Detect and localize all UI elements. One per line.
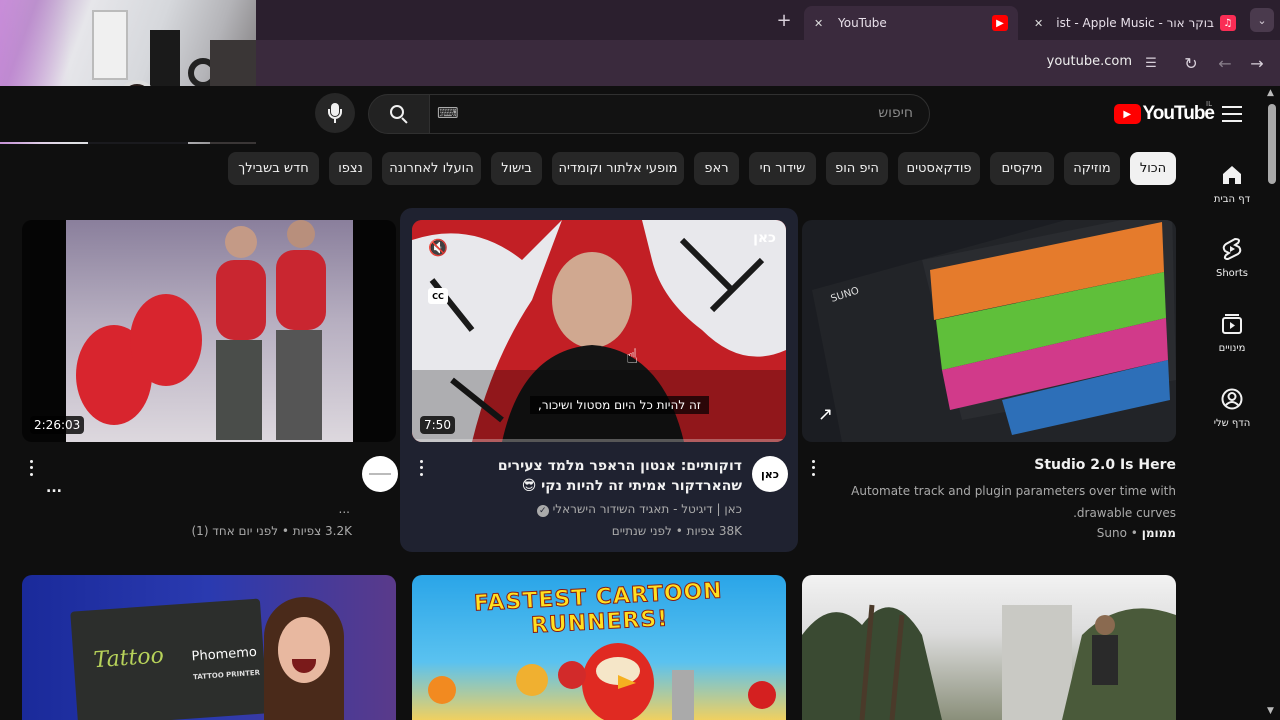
presenter-image [254,597,354,720]
new-tab-button[interactable]: + [772,8,796,32]
video-thumbnail[interactable]: SUNO ↗ [802,220,1176,442]
channel-avatar[interactable] [362,456,398,492]
video-title[interactable]: דוקותיים: אנטון הראפר מלמד צעירים שהארדק… [436,456,742,496]
video-title[interactable]: Studio 2.0 Is Here [802,455,1176,475]
tab-title: YouTube [838,16,887,30]
chip-recently-uploaded[interactable]: הועלו לאחרונה [382,152,481,185]
video-caption: זה להיות כל היום מסטול ושיכור, [530,396,709,414]
hamburger-menu-icon[interactable] [1222,106,1242,122]
chip-all[interactable]: הכול [1130,152,1176,185]
scroll-up-arrow-icon[interactable]: ▲ [1267,88,1274,98]
more-actions-icon[interactable] [26,458,36,478]
tab-apple-music[interactable]: ✕ בוקר אור - Playlist - Apple Music ♫ [1026,6,1244,40]
region-code: IL [1206,100,1212,108]
product-name-text: Phomemo [191,644,258,665]
chip-music[interactable]: מוזיקה [1064,152,1120,185]
video-meta: 3.2K צפיות • לפני יום אחד (1) [191,524,352,538]
forward-icon[interactable]: → [1246,52,1268,74]
sidebar-item-label: דף הבית [1213,194,1251,205]
sidebar-item-subscriptions[interactable]: מינויים [1192,311,1272,354]
sponsored-label: ממומן [1141,526,1176,540]
sidebar-item-label: מינויים [1218,343,1246,354]
close-icon[interactable]: ✕ [1034,17,1050,30]
apple-music-favicon-icon: ♫ [1220,15,1236,31]
video-subtitle: ... [338,502,350,516]
video-thumbnail[interactable]: FASTEST CARTOON RUNNERS! [412,575,786,720]
chip-improv-comedy[interactable]: מופעי אלתור וקומדיה [552,152,684,185]
channel-avatar[interactable]: כאן [752,456,788,492]
video-thumbnail[interactable]: 2:26:03 [22,220,396,442]
close-icon[interactable]: ✕ [814,17,830,30]
scrollbar[interactable] [1268,104,1276,184]
product-brand-text: Tattoo [92,643,165,674]
product-box-image: Tattoo Phomemo TATTOO PRINTER [70,598,268,720]
video-thumbnail[interactable]: 🔇 CC כאן זה להיות כל היום מסטול ושיכור, … [412,220,786,442]
reload-icon[interactable]: ↻ [1180,52,1202,74]
youtube-logo-text: YouTube [1142,103,1215,124]
sidebar-item-you[interactable]: הדף שלי [1192,386,1272,429]
sidebar-item-label: Shorts [1215,268,1249,279]
youtube-favicon-icon: ▶ [992,15,1008,31]
product-sub-text: TATTOO PRINTER [192,668,261,682]
chip-mixes[interactable]: מיקסים [990,152,1054,185]
subscriptions-icon [1219,311,1245,337]
back-icon[interactable]: ← [1214,52,1236,74]
progress-bar[interactable] [412,439,786,442]
youtube-play-icon: ▶ [1114,104,1141,124]
video-duration: 7:50 [420,416,455,434]
search-icon [390,105,408,124]
tab-youtube[interactable]: ✕ YouTube ▶ [804,6,1018,40]
youtube-logo[interactable]: ▶ YouTube IL [1114,100,1215,126]
video-description: Automate track and plugin parameters ove… [851,484,1176,520]
more-actions-icon[interactable] [416,458,426,478]
tab-title: בוקר אור - Playlist - Apple Music [1056,16,1214,30]
video-meta: 38K צפיות • לפני שנתיים [611,524,742,538]
search-box[interactable]: חיפוש ⌨ [428,94,930,134]
cartoon-characters-image [428,643,776,720]
video-thumbnail[interactable] [802,575,1176,720]
external-link-icon[interactable]: ↗ [818,404,833,425]
video-thumbnail[interactable]: Tattoo Phomemo TATTOO PRINTER [22,575,396,720]
thumbnail-image [802,604,1176,720]
sidebar-item-shorts[interactable]: Shorts [1192,236,1272,279]
separator: • [1130,526,1138,540]
sidebar-item-home[interactable]: דף הבית [1192,162,1272,205]
home-icon [1219,162,1245,188]
voice-search-button[interactable] [315,93,355,133]
verified-icon: ✓ [536,505,549,517]
tab-list-dropdown-icon[interactable]: ⌄ [1250,8,1274,32]
search-button[interactable] [368,94,430,134]
daw-screenshot-image: SUNO [812,220,1176,442]
ad-meta: ממומן • Suno [802,522,1176,544]
scroll-down-arrow-icon[interactable]: ▼ [1267,706,1274,716]
kan-logo: כאן [753,230,776,246]
keyboard-icon[interactable]: ⌨ [437,104,459,122]
video-title[interactable]: ... [46,478,76,498]
hand-cursor-icon: ☝ [626,344,639,368]
channel-name[interactable]: כאן | דיגיטל - תאגיד השידור הישראלי ✓ [436,498,742,520]
cc-badge[interactable]: CC [428,288,448,304]
channel-name[interactable]: Suno [1097,526,1127,540]
search-placeholder: חיפוש [878,105,913,121]
sidebar-item-label: הדף שלי [1213,418,1251,429]
site-settings-icon[interactable]: ☰ [1140,52,1162,74]
url-text[interactable]: youtube.com [1040,54,1132,69]
shorts-icon [1219,236,1245,262]
video-duration: 2:26:03 [30,416,85,434]
microphone-icon [328,103,342,123]
chip-podcasts[interactable]: פודקאסטים [898,152,980,185]
chip-cooking[interactable]: בישול [491,152,542,185]
chip-live[interactable]: שידור חי [749,152,816,185]
chip-new-for-you[interactable]: חדש בשבילך [228,152,319,185]
muted-icon[interactable]: 🔇 [428,238,448,257]
minus-icon [369,473,391,475]
chip-rap[interactable]: ראפ [694,152,739,185]
chip-watched[interactable]: נצפו [329,152,372,185]
chip-hip-hop[interactable]: היפ הופ [826,152,888,185]
account-icon [1219,386,1245,412]
more-actions-icon[interactable] [808,458,818,478]
thumbnail-image [66,220,353,442]
